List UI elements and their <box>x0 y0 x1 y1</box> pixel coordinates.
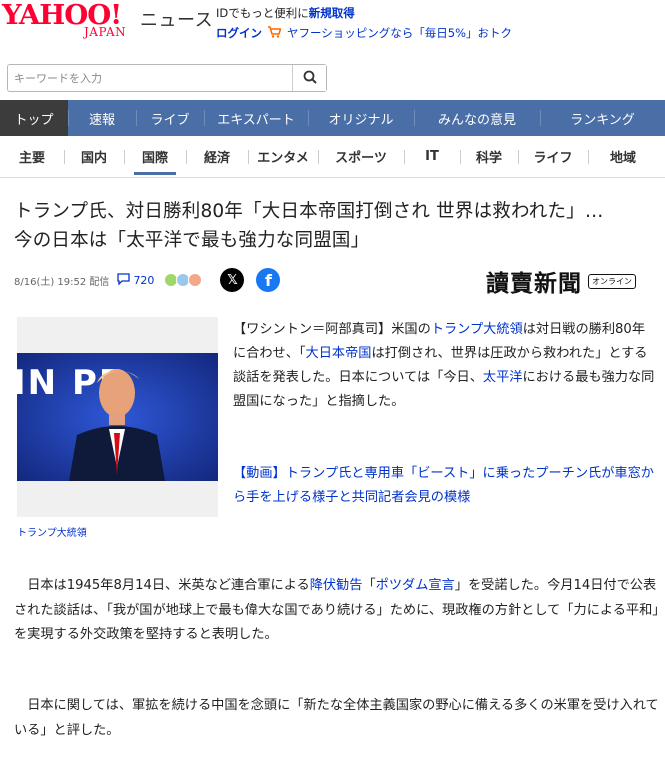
nav-original[interactable]: オリジナル <box>308 100 414 136</box>
tab-economy[interactable]: 経済 <box>186 136 248 178</box>
publisher-logo[interactable]: 讀賣新聞 オンライン <box>486 264 636 298</box>
nav-top[interactable]: トップ <box>0 100 68 136</box>
tab-life[interactable]: ライフ <box>518 136 588 178</box>
primary-nav: トップ 速報 ライブ エキスパート オリジナル みんなの意見 ランキング <box>0 100 665 136</box>
comment-icon <box>117 272 131 288</box>
comment-link[interactable]: 720 <box>117 272 155 288</box>
signup-link[interactable]: 新規取得 <box>309 6 355 20</box>
yahoo-japan-logo[interactable]: YAHOO! JAPAN <box>2 2 136 42</box>
body-text: 「 <box>362 578 376 593</box>
body-paragraph-1: 日本は1945年8月14日、米英など連合軍による降伏勧告「ポツダム宣言」を受諾し… <box>14 574 659 648</box>
nav-expert[interactable]: エキスパート <box>204 100 308 136</box>
link-potsdam[interactable]: ポツダム宣言 <box>376 578 455 593</box>
x-icon: 𝕏 <box>227 272 238 288</box>
reaction-understand-icon <box>188 273 203 287</box>
photo-caption[interactable]: トランプ大統領 <box>17 524 87 539</box>
title-line-1: トランプ氏、対日勝利80年「大日本帝国打倒され 世界は救われた」… <box>14 201 604 222</box>
comment-count: 720 <box>133 273 155 287</box>
publisher-name: 讀賣新聞 <box>486 270 582 297</box>
link-empire[interactable]: 大日本帝国 <box>306 346 372 361</box>
login-link[interactable]: ログイン <box>216 25 262 41</box>
nav-opinions[interactable]: みんなの意見 <box>414 100 540 136</box>
title-line-2: 今の日本は「太平洋で最も強力な同盟国」 <box>14 230 370 251</box>
nav-breaking[interactable]: 速報 <box>68 100 136 136</box>
tab-science[interactable]: 科学 <box>460 136 518 178</box>
lead-paragraph: 【ワシントン＝阿部真司】米国のトランプ大統領は対日戦の勝利80年に合わせ、「大日… <box>233 318 658 414</box>
id-promo: IDでもっと便利に新規取得 <box>216 5 355 21</box>
tab-sports[interactable]: スポーツ <box>318 136 404 178</box>
publisher-tag: オンライン <box>588 273 636 289</box>
cart-icon <box>268 25 282 41</box>
link-surrender[interactable]: 降伏勧告 <box>310 578 363 593</box>
search-icon <box>303 69 317 88</box>
brand-name[interactable]: ニュース <box>140 6 213 32</box>
photo-illustration: IN PE <box>17 317 218 517</box>
facebook-icon: f <box>264 270 272 290</box>
link-pacific[interactable]: 太平洋 <box>483 370 523 385</box>
login-row: ログイン ヤフーショッピングなら「毎日5%」おトク <box>216 25 512 41</box>
search-button[interactable] <box>292 65 326 91</box>
body-text: 日本は1945年8月14日、米英など連合軍による <box>27 578 310 593</box>
tab-entertainment[interactable]: エンタメ <box>248 136 318 178</box>
publish-date: 8/16(土) 19:52 配信 <box>14 276 110 288</box>
category-nav: 主要 国内 国際 経済 エンタメ スポーツ IT 科学 ライフ 地域 <box>0 136 665 178</box>
body-text: 日本に関しては、軍拡を続ける中国を念頭に「新たな全体主義国家の野心に備える多くの… <box>14 698 659 738</box>
body-paragraph-2: 日本に関しては、軍拡を続ける中国を念頭に「新たな全体主義国家の野心に備える多くの… <box>14 694 659 743</box>
video-link[interactable]: 【動画】トランプ氏と専用車「ビースト」に乗ったプーチン氏が車窓から手を上げる様子… <box>233 462 658 510</box>
shopping-link[interactable]: ヤフーショッピングなら「毎日5%」おトク <box>287 25 512 41</box>
search-box <box>7 64 327 92</box>
tab-international[interactable]: 国際 <box>124 136 186 178</box>
article-meta: 8/16(土) 19:52 配信 720 𝕏 f <box>14 268 281 292</box>
logo-subtitle: JAPAN <box>84 25 127 39</box>
tab-main[interactable]: 主要 <box>0 136 64 178</box>
lead-text: 【ワシントン＝阿部真司】米国の <box>233 322 431 337</box>
tab-domestic[interactable]: 国内 <box>64 136 124 178</box>
share-x-button[interactable]: 𝕏 <box>220 268 245 292</box>
article-photo[interactable]: IN PE <box>17 317 218 517</box>
tab-local[interactable]: 地域 <box>588 136 658 178</box>
link-trump[interactable]: トランプ大統領 <box>431 322 523 337</box>
reaction-icons[interactable] <box>164 273 203 287</box>
id-promo-text: IDでもっと便利に <box>216 6 309 20</box>
article-title: トランプ氏、対日勝利80年「大日本帝国打倒され 世界は救われた」… 今の日本は「… <box>14 197 654 255</box>
search-input[interactable] <box>8 65 292 91</box>
site-header: YAHOO! JAPAN ニュース IDでもっと便利に新規取得 ログイン ヤフー… <box>0 0 665 100</box>
share-facebook-button[interactable]: f <box>256 268 281 292</box>
tab-it[interactable]: IT <box>404 136 460 178</box>
nav-ranking[interactable]: ランキング <box>540 100 665 136</box>
nav-live[interactable]: ライブ <box>136 100 204 136</box>
